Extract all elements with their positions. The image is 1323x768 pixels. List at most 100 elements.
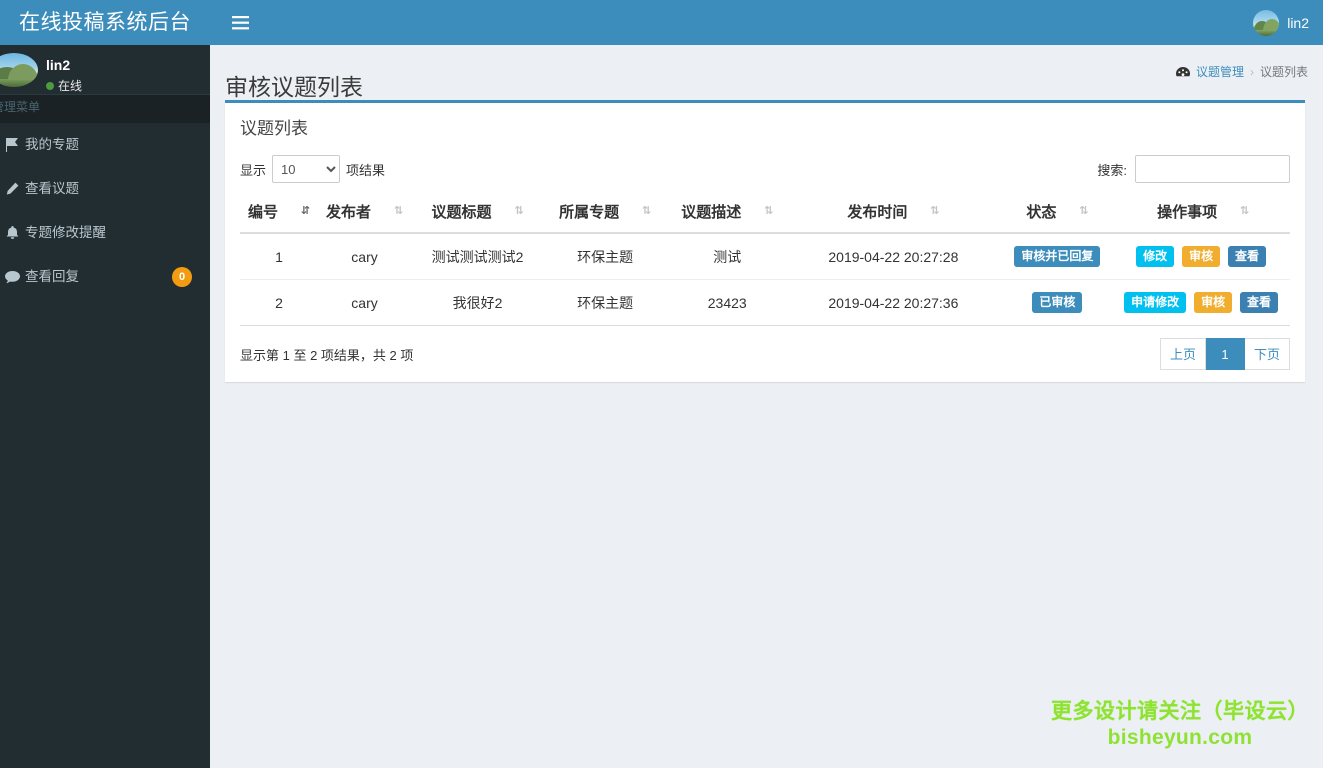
review-button[interactable]: 审核 — [1182, 246, 1221, 267]
sidebar-item-my-topics[interactable]: 我的专题 — [0, 123, 210, 167]
sort-both-icon: ⇅ — [641, 205, 652, 217]
column-label: 议题标题 — [431, 204, 492, 221]
avatar-hill-right — [1263, 18, 1280, 31]
sidebar-item-view-topics[interactable]: 查看议题 — [0, 167, 210, 211]
page-length-select[interactable]: 102550100 — [272, 155, 341, 183]
sort-both-icon: ⇅ — [764, 205, 774, 217]
column-label: 发布者 — [326, 204, 372, 221]
search-label: 搜索: — [1097, 162, 1127, 178]
sidebar-menu-header: 管理菜单 — [0, 95, 210, 123]
cell-author: cary — [318, 233, 412, 280]
top-navbar: lin2 — [210, 0, 1323, 45]
view-button[interactable]: 查看 — [1227, 246, 1266, 267]
cell-id: 2 — [240, 279, 319, 326]
pagination-page-1[interactable]: 1 — [1205, 338, 1245, 370]
column-label: 编号 — [248, 204, 279, 221]
status-badge: 审核并已回复 — [1014, 246, 1101, 267]
table-head: 编号 ⇵ 发布者 ⇅ 议题标题 ⇅ 所属专题 ⇅ 议题描述 ⇅ 发布时间 ⇅ 状态 ⇅ 操作事… — [240, 193, 1290, 234]
edit-button[interactable]: 修改 — [1136, 246, 1175, 267]
pagination-next[interactable]: 下页 — [1244, 338, 1290, 370]
sidebar-item-label: 专题修改提醒 — [25, 225, 106, 240]
sort-both-icon: ⇅ — [1079, 205, 1089, 217]
sidebar: 在线投稿系统后台 lin2 在线 管理菜单 我的专题 — [0, 0, 210, 768]
cell-actions: 申请修改 审核 查看 — [1116, 279, 1290, 326]
topic-table: 编号 ⇵ 发布者 ⇅ 议题标题 ⇅ 所属专题 ⇅ 议题描述 ⇅ 发布时间 ⇅ 状态 ⇅ 操作事… — [240, 193, 1290, 326]
search-input[interactable] — [1135, 155, 1290, 183]
column-header-actions[interactable]: 操作事项 ⇅ — [1116, 193, 1290, 234]
column-header-title[interactable]: 议题标题 ⇅ — [411, 193, 545, 234]
status-badge: 已审核 — [1032, 292, 1083, 313]
column-header-publish-time[interactable]: 发布时间 ⇅ — [788, 193, 999, 234]
cell-author: cary — [318, 279, 412, 326]
online-status-dot-icon — [46, 82, 54, 90]
search-control: 搜索: — [1097, 155, 1290, 183]
table-body: 1 cary 测试测试测试2 环保主题 测试 2019-04-22 20:27:… — [240, 233, 1290, 326]
sort-both-icon: ⇅ — [393, 205, 404, 217]
pagination: 上页 1 下页 — [1159, 338, 1290, 370]
cell-description: 测试 — [666, 233, 789, 280]
datatable-controls: 显示 102550100 项结果 搜索: — [240, 149, 1290, 193]
content-header: 审核议题列表 议题管理 › 议题列表 — [210, 45, 1323, 100]
cell-publish-time: 2019-04-22 20:27:28 — [788, 233, 999, 280]
breadcrumb-item-topic-management[interactable]: 议题管理 — [1196, 63, 1244, 80]
cell-id: 1 — [240, 233, 319, 280]
view-button[interactable]: 查看 — [1239, 292, 1278, 313]
pencil-icon — [0, 167, 25, 211]
watermark-line-2: bisheyun.com — [1107, 726, 1253, 749]
column-header-author[interactable]: 发布者 ⇅ — [318, 193, 412, 234]
column-label: 操作事项 — [1157, 204, 1218, 221]
column-label: 状态 — [1026, 204, 1057, 221]
sort-both-icon: ⇅ — [514, 205, 524, 217]
breadcrumb-item-topic-list: 议题列表 — [1259, 65, 1308, 79]
cell-status: 审核并已回复 — [998, 233, 1117, 280]
cell-description: 23423 — [666, 279, 789, 326]
table-row: 2 cary 我很好2 环保主题 23423 2019-04-22 20:27:… — [240, 279, 1290, 326]
breadcrumb-separator: › — [1249, 64, 1254, 79]
sidebar-item-view-replies[interactable]: 查看回复 0 — [0, 255, 210, 299]
column-header-subject[interactable]: 所属专题 ⇅ — [544, 193, 667, 234]
card-title: 议题列表 — [240, 119, 308, 138]
review-button[interactable]: 审核 — [1194, 292, 1233, 313]
pagination-prev[interactable]: 上页 — [1159, 338, 1206, 370]
sidebar-nav: 我的专题 查看议题 专题修改提醒 查看回复 0 — [0, 123, 210, 299]
column-label: 议题描述 — [681, 204, 742, 221]
landscape-avatar — [0, 53, 38, 87]
sort-asc-icon: ⇵ — [300, 205, 311, 217]
column-header-description[interactable]: 议题描述 ⇅ — [666, 193, 789, 234]
datatable-info: 显示第 1 至 2 项结果，共 2 项 — [240, 347, 414, 363]
sidebar-item-topic-edit-reminder[interactable]: 专题修改提醒 — [0, 211, 210, 255]
table-row: 1 cary 测试测试测试2 环保主题 测试 2019-04-22 20:27:… — [240, 233, 1290, 280]
cell-subject: 环保主题 — [544, 233, 667, 280]
brand-logo[interactable]: 在线投稿系统后台 — [0, 0, 210, 45]
card-header: 议题列表 — [225, 103, 1305, 143]
sort-both-icon: ⇅ — [930, 205, 940, 217]
datatable-footer: 显示第 1 至 2 项结果，共 2 项 上页 1 下页 — [240, 326, 1290, 370]
page-length-prefix: 显示 — [240, 162, 267, 178]
dashboard-icon[interactable] — [1175, 66, 1190, 78]
page-length-suffix: 项结果 — [346, 162, 386, 178]
hamburger-icon[interactable] — [222, 0, 258, 45]
app-root: 在线投稿系统后台 lin2 在线 管理菜单 我的专题 — [0, 0, 1323, 768]
topbar-user-name: lin2 — [1287, 14, 1309, 31]
cell-status: 已审核 — [998, 279, 1117, 326]
cell-actions: 修改 审核 查看 — [1116, 233, 1290, 280]
sidebar-menu-header-label: 管理菜单 — [0, 100, 41, 114]
avatar-hill-right — [8, 64, 38, 80]
sort-both-icon: ⇅ — [1239, 205, 1250, 217]
column-header-status[interactable]: 状态 ⇅ — [998, 193, 1117, 234]
sidebar-item-label: 查看议题 — [25, 181, 79, 196]
bell-icon — [0, 211, 25, 255]
sidebar-user-status: 在线 — [58, 79, 83, 93]
sidebar-item-badge: 0 — [172, 267, 192, 287]
breadcrumb: 议题管理 › 议题列表 — [1175, 63, 1308, 80]
comment-icon — [0, 255, 25, 299]
cell-subject: 环保主题 — [544, 279, 667, 326]
topbar-user-menu[interactable]: lin2 — [1253, 0, 1309, 45]
column-label: 发布时间 — [847, 204, 908, 221]
cell-title: 测试测试测试2 — [411, 233, 545, 280]
sidebar-user-name: lin2 — [46, 57, 71, 73]
request-edit-button[interactable]: 申请修改 — [1124, 292, 1187, 313]
cell-title: 我很好2 — [411, 279, 545, 326]
column-header-id[interactable]: 编号 ⇵ — [240, 193, 319, 234]
card-body: 显示 102550100 项结果 搜索: 编号 ⇵ 发布者 ⇅ 议题标题 ⇅ — [225, 143, 1305, 382]
